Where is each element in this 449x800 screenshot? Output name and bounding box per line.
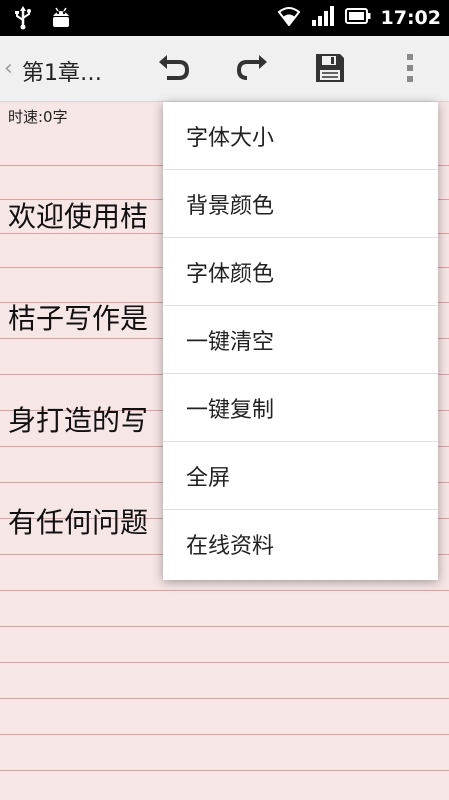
undo-button[interactable] bbox=[154, 50, 194, 90]
menu-item-clear-all[interactable]: 一键清空 bbox=[163, 306, 438, 374]
back-chevron-icon[interactable]: ‹ bbox=[4, 56, 13, 81]
wifi-icon bbox=[277, 6, 301, 30]
menu-item-fullscreen[interactable]: 全屏 bbox=[163, 442, 438, 510]
action-bar: ‹ 第1章… bbox=[0, 36, 449, 102]
undo-icon bbox=[157, 54, 191, 86]
rule-line bbox=[0, 734, 449, 735]
rule-line bbox=[0, 626, 449, 627]
usb-icon bbox=[14, 6, 32, 34]
menu-item-font-color[interactable]: 字体颜色 bbox=[163, 238, 438, 306]
menu-item-online-resources[interactable]: 在线资料 bbox=[163, 510, 438, 578]
redo-button[interactable] bbox=[232, 50, 272, 90]
status-time: 17:02 bbox=[380, 7, 441, 29]
signal-icon bbox=[311, 6, 335, 30]
rule-line bbox=[0, 698, 449, 699]
menu-item-copy-all[interactable]: 一键复制 bbox=[163, 374, 438, 442]
redo-icon bbox=[235, 54, 269, 86]
save-button[interactable] bbox=[310, 50, 350, 90]
status-bar: 17:02 bbox=[0, 0, 449, 36]
chapter-title[interactable]: 第1章… bbox=[22, 55, 102, 87]
menu-item-background-color[interactable]: 背景颜色 bbox=[163, 170, 438, 238]
rule-line bbox=[0, 662, 449, 663]
editor-line: 有任何问题 bbox=[8, 506, 149, 539]
rule-line bbox=[0, 770, 449, 771]
overflow-menu: 字体大小 背景颜色 字体颜色 一键清空 一键复制 全屏 在线资料 bbox=[163, 102, 438, 580]
editor-line: 桔子写作是 bbox=[8, 302, 149, 335]
save-icon bbox=[314, 52, 346, 88]
battery-icon bbox=[344, 8, 371, 28]
editor-line: 欢迎使用桔 bbox=[8, 200, 149, 233]
editor-line: 身打造的写 bbox=[8, 404, 149, 437]
menu-item-font-size[interactable]: 字体大小 bbox=[163, 102, 438, 170]
typing-speed-label: 时速:0字 bbox=[8, 108, 68, 126]
android-debug-icon bbox=[50, 6, 72, 34]
overflow-menu-icon bbox=[405, 52, 415, 88]
overflow-menu-button[interactable] bbox=[390, 50, 430, 90]
editor-text[interactable]: 欢迎使用桔 桔子写作是 身打造的写 有任何问题 bbox=[8, 132, 168, 608]
